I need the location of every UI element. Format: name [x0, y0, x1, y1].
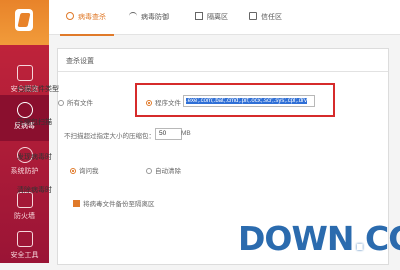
checkbox-indicator	[73, 200, 80, 207]
backup-checkbox[interactable]: 将病毒文件备份至隔离区	[73, 198, 155, 208]
radio-label: 询问我	[79, 168, 99, 175]
monitor-icon	[16, 65, 33, 81]
scan-type-heading: 扫描文件类型	[17, 86, 59, 93]
archive-size-label: 不扫描超过指定大小的压缩包：	[64, 133, 155, 140]
watermark-logo: DOWN.CC	[238, 219, 400, 258]
checkbox-label: 将病毒文件备份至隔离区	[83, 201, 155, 208]
umbrella-icon	[129, 12, 137, 20]
sidebar-item-system-protection[interactable]: 系统防护	[0, 140, 49, 186]
watermark-suffix: CC	[365, 219, 400, 258]
trust-icon	[249, 12, 257, 20]
radio-indicator	[70, 168, 76, 174]
sidebar-item-tools[interactable]: 安全工具	[0, 224, 49, 270]
tab-quarantine[interactable]: 隔离区	[195, 12, 228, 22]
radio-ask-me[interactable]: 询问我	[70, 165, 99, 175]
radio-indicator	[58, 100, 64, 106]
tab-trust-zone[interactable]: 信任区	[249, 12, 282, 22]
archive-size-input[interactable]: 50	[155, 128, 182, 140]
on-found-heading: 发现病毒时	[17, 154, 52, 161]
sidebar-item-label: 防火墙	[14, 213, 35, 220]
radio-auto-clean[interactable]: 自动清除	[146, 165, 181, 175]
panel-title: 查杀设置	[66, 58, 94, 65]
shield-virus-icon	[16, 102, 33, 118]
archive-size-unit: MB	[181, 130, 191, 137]
sidebar-item-label: 安全工具	[10, 252, 39, 259]
quarantine-icon	[195, 12, 203, 20]
search-icon	[66, 12, 74, 20]
radio-all-files[interactable]: 所有文件	[58, 97, 93, 107]
toolbox-icon	[16, 231, 33, 247]
archive-heading: 压缩包扫描	[17, 119, 52, 126]
sidebar-item-label: 系统防护	[10, 168, 39, 175]
app-logo	[0, 0, 49, 45]
radio-label: 所有文件	[67, 100, 93, 107]
highlight-box	[135, 83, 335, 117]
tab-label: 隔离区	[207, 14, 228, 21]
tab-label: 信任区	[261, 14, 282, 21]
logo-icon	[15, 9, 33, 31]
top-tab-bar: 病毒查杀 病毒防御 隔离区 信任区	[49, 0, 400, 36]
sidebar: 安全概览 反病毒 系统防护 防火墙 安全工具	[0, 0, 49, 263]
tab-label: 病毒防御	[141, 14, 169, 21]
on-clean-heading: 清除病毒时	[17, 187, 52, 194]
divider	[58, 71, 388, 72]
tab-label: 病毒查杀	[78, 14, 106, 21]
watermark-dot: .	[353, 219, 366, 258]
watermark-main: DOWN	[238, 219, 354, 258]
radio-indicator	[146, 168, 152, 174]
radio-label: 自动清除	[155, 168, 181, 175]
tab-virus-defense[interactable]: 病毒防御	[129, 12, 169, 22]
tab-virus-scan[interactable]: 病毒查杀	[60, 12, 114, 36]
